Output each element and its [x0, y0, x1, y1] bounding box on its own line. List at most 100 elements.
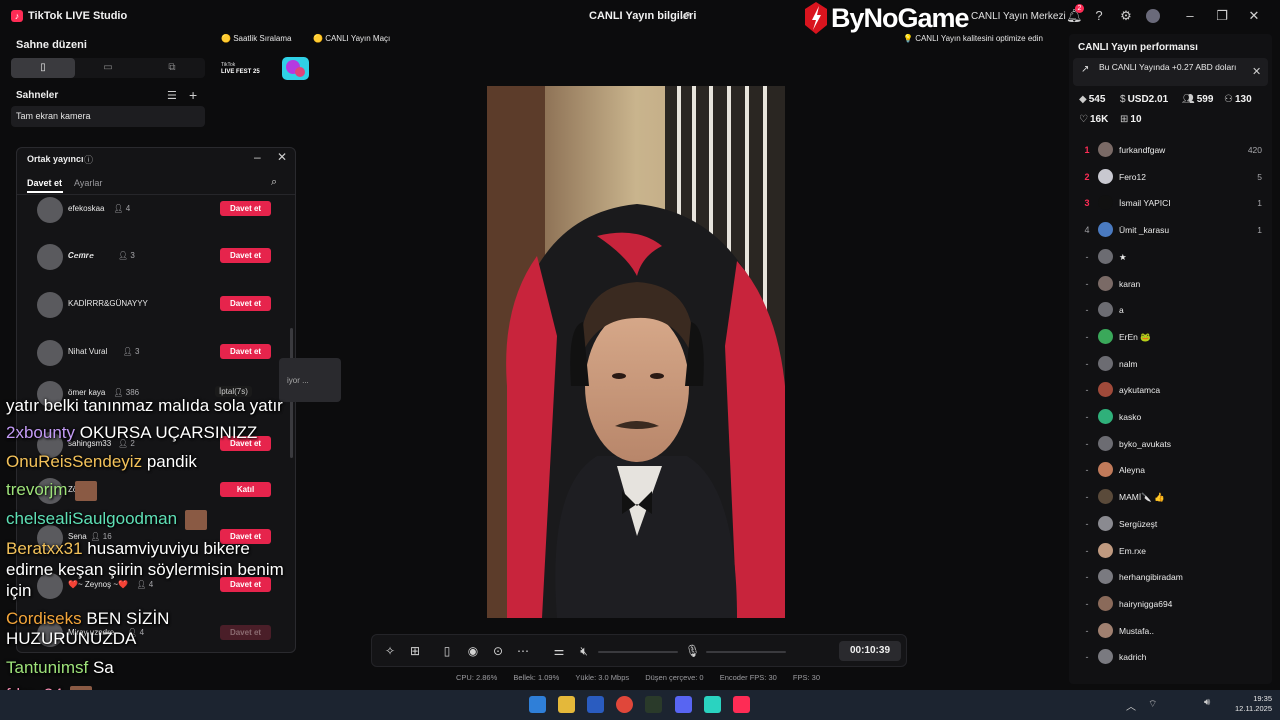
optimize-quality-tip[interactable]: 💡 CANLI Yayın kalitesini optimize edin [903, 34, 1043, 43]
record-icon[interactable]: ◉ [466, 644, 480, 658]
live-match-tag[interactable]: 🟡 CANLI Yayın Maçı [309, 34, 394, 48]
scene-item[interactable]: Tam ekran kamera [11, 106, 205, 127]
tab-settings[interactable]: Ayarlar [74, 178, 102, 188]
ranking-row[interactable]: -a [1078, 298, 1268, 324]
gifter-name: kadrich [1119, 652, 1147, 663]
live-fest-logo[interactable]: TikTok LIVE FEST 25 [219, 56, 311, 81]
chrome-icon[interactable] [616, 696, 633, 713]
ranking-row[interactable]: - kadrich [1078, 645, 1268, 671]
gear-icon[interactable]: ⚙ [1119, 9, 1133, 23]
invite-button[interactable]: Davet et [220, 296, 271, 311]
add-source-icon[interactable]: ⊞ [408, 644, 422, 658]
avatar [1098, 409, 1113, 424]
ranking-row[interactable]: - Mustafa.. [1078, 619, 1268, 645]
speaker-muted-icon[interactable]: 🔇︎ [577, 644, 591, 658]
tiktok-logo-icon: ♪ [11, 10, 23, 22]
gifters-metric: ⊞ 10 [1120, 114, 1142, 125]
maximize-icon[interactable]: ❐ [1214, 8, 1230, 24]
ranking-row[interactable]: - ★ [1078, 245, 1268, 271]
rank-number: - [1085, 518, 1089, 529]
invite-button[interactable]: Davet et [220, 248, 271, 263]
emote-icon [75, 480, 98, 501]
chat-text: için [6, 581, 32, 600]
svg-text:TikTok: TikTok [221, 62, 236, 68]
list-icon[interactable]: ☰ [167, 89, 177, 102]
share-icon[interactable]: ⇗ [681, 9, 693, 21]
close-panel-icon[interactable]: ✕ [277, 150, 287, 164]
terminal-icon[interactable] [645, 696, 662, 713]
add-scene-icon[interactable]: + [189, 87, 197, 103]
discord-icon[interactable] [675, 696, 692, 713]
ranking-row[interactable]: - herhangibiradam [1078, 565, 1268, 591]
volume-icon[interactable]: 🔊︎ [1204, 697, 1210, 708]
chat-message: Cordiseks BEN SİZİN [6, 609, 169, 628]
emote-icon [184, 509, 207, 530]
search-icon[interactable]: ⌕ [271, 176, 277, 189]
minimize-panel-icon[interactable]: – [254, 150, 261, 164]
rank-number: - [1085, 652, 1089, 663]
follower-count-value: 3 [130, 251, 135, 260]
cohost-row: efekoskaa 👤︎ 4 Davet et [27, 197, 282, 223]
mic-volume-slider[interactable] [706, 651, 786, 653]
minimize-icon[interactable]: – [1182, 8, 1198, 24]
avatar[interactable] [1146, 9, 1160, 23]
multi-layout-button[interactable]: ⧉ [140, 58, 204, 78]
speaker-volume-slider[interactable] [598, 651, 678, 653]
file-explorer-icon[interactable] [558, 696, 575, 713]
gift-score: 420 [1247, 145, 1262, 155]
store-icon[interactable] [587, 696, 604, 713]
ranking-row[interactable]: - Em.rxe [1078, 539, 1268, 565]
ranking-row[interactable]: - aykutamca [1078, 378, 1268, 404]
gifter-name: a [1119, 305, 1124, 316]
bynogame-badge-icon [805, 2, 827, 34]
optimize-label: CANLI Yayın kalitesini optimize edin [915, 34, 1043, 43]
hourly-ranking-tag[interactable]: 🟡 Saatlik Sıralama [217, 34, 295, 48]
ranking-row[interactable]: - Sergüzeşt [1078, 512, 1268, 538]
ranking-row[interactable]: - karan [1078, 272, 1268, 298]
ranking-row[interactable]: 1 furkandfgaw 420 [1078, 138, 1268, 164]
avatar [37, 340, 63, 366]
gift-score: 1 [1257, 225, 1262, 236]
followers-value: 130 [1234, 94, 1252, 105]
app-icon[interactable] [704, 696, 721, 713]
cohost-name: 𝑪𝒆𝒎𝒓𝒆 [68, 251, 94, 260]
person-icon: 👤︎ [122, 347, 135, 356]
close-icon[interactable]: ✕ [1246, 8, 1262, 24]
info-icon[interactable]: ⓘ [84, 153, 93, 166]
ranking-row[interactable]: - hairynigga694 [1078, 592, 1268, 618]
chat-username: Beratxx31 [6, 539, 83, 558]
clock[interactable]: 19:35 12.11.2025 [1226, 694, 1272, 714]
tab-invite[interactable]: Davet et [27, 178, 62, 188]
more-icon[interactable]: ⋯ [516, 644, 530, 658]
gifters-value: 10 [1130, 114, 1142, 125]
equalizer-icon[interactable]: ⚌ [552, 644, 566, 658]
tray-chevron-icon[interactable]: ︿ [1126, 698, 1136, 713]
landscape-layout-button[interactable]: ▭ [76, 58, 140, 78]
close-card-icon[interactable]: ✕ [1252, 65, 1261, 78]
ranking-row[interactable]: 2 Fero12 5 [1078, 165, 1268, 191]
camera-switch-icon[interactable]: ⊙ [491, 644, 505, 658]
mic-muted-icon[interactable]: 🎙︎ [685, 644, 700, 658]
wifi-icon[interactable]: ⌔ [1148, 698, 1157, 711]
ranking-row[interactable]: - byko_avukats [1078, 432, 1268, 458]
ranking-row[interactable]: - nalm [1078, 352, 1268, 378]
help-icon[interactable]: ? [1092, 9, 1106, 23]
tiktok-live-taskbar-icon[interactable] [733, 696, 750, 713]
invite-button[interactable]: Davet et [220, 201, 271, 216]
portrait-layout-button[interactable]: ▯ [11, 58, 75, 78]
magic-wand-icon[interactable]: ✧ [383, 644, 397, 658]
phone-icon[interactable]: ▯ [440, 644, 454, 658]
live-center-button[interactable]: CANLI Yayın Merkezi [971, 11, 1066, 22]
likes-value: 16K [1089, 114, 1109, 125]
invite-button[interactable]: Davet et [220, 344, 271, 359]
ranking-row[interactable]: - MAMİ🔪 👍 [1078, 485, 1268, 511]
cohost-name: KADİRRR&GÜNAYYY [68, 299, 148, 308]
avatar [1098, 435, 1113, 451]
ranking-row[interactable]: - kasko [1078, 405, 1268, 431]
ranking-row[interactable]: - ErEn 🐸 [1078, 325, 1268, 351]
ranking-row[interactable]: - Aleyna [1078, 458, 1268, 484]
ranking-row[interactable]: 3 İsmail YAPICI 1 [1078, 191, 1268, 217]
gifter-name: kasko [1119, 412, 1142, 422]
start-icon[interactable] [529, 696, 546, 713]
ranking-row[interactable]: 4 Ümit _karasu 1 [1078, 218, 1268, 244]
